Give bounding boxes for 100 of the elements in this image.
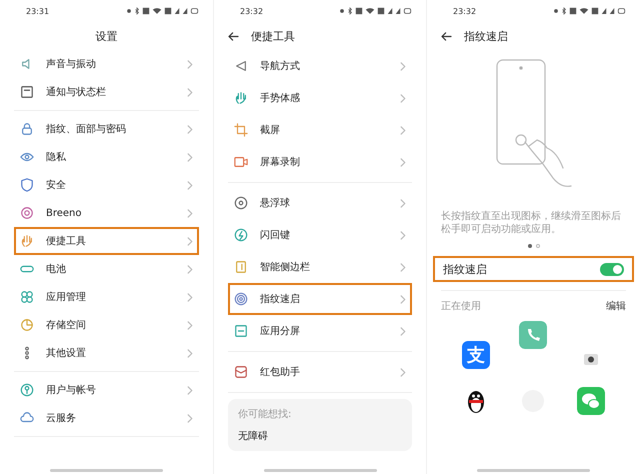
wifi-icon: [365, 7, 375, 15]
hand-icon: [234, 91, 248, 105]
settings-item[interactable]: 存储空间: [14, 311, 199, 339]
item-label: 便捷工具: [46, 234, 87, 248]
settings-item[interactable]: 电池: [14, 255, 199, 283]
eye-icon: [20, 150, 34, 164]
settings-item[interactable]: 应用分屏: [228, 315, 412, 347]
settings-item[interactable]: 隐私: [14, 143, 199, 171]
item-label: 智能侧边栏: [260, 260, 311, 274]
ring-icon: [20, 206, 34, 220]
item-label: 截屏: [260, 124, 281, 137]
bluetooth-icon: [347, 7, 353, 15]
chevron-icon: [400, 198, 406, 208]
settings-item[interactable]: 屏幕录制: [228, 146, 412, 178]
chat-app-icon: [577, 387, 606, 415]
settings-item[interactable]: 其他设置: [14, 339, 199, 367]
chevron-icon: [187, 152, 193, 162]
page-title: 指纹速启: [464, 28, 508, 44]
grid-icon: [20, 290, 34, 304]
bluetooth-icon: [134, 7, 140, 15]
toggle-label: 指纹速启: [443, 262, 487, 276]
chevron-icon: [400, 294, 406, 304]
settings-item[interactable]: 截屏: [228, 114, 412, 146]
page-dot[interactable]: [536, 244, 540, 248]
app-icon[interactable]: 支: [462, 341, 490, 369]
bluetooth-icon: [561, 7, 567, 15]
chevron-icon: [187, 88, 193, 96]
chevron-icon: [400, 94, 406, 102]
page-dot[interactable]: [528, 244, 532, 248]
chevron-icon: [400, 230, 406, 240]
item-label: 电池: [46, 262, 67, 276]
chevron-icon: [187, 320, 193, 330]
item-label: 红包助手: [260, 366, 301, 379]
settings-item[interactable]: 云服务: [14, 404, 199, 432]
status-time: 23:31: [26, 6, 50, 16]
chevron-icon: [400, 126, 406, 134]
item-label: 悬浮球: [260, 196, 291, 210]
settings-item[interactable]: Breeno: [14, 199, 199, 227]
settings-item[interactable]: 导航方式: [228, 50, 412, 82]
edit-link[interactable]: 编辑: [606, 299, 626, 313]
chevron-icon: [400, 368, 406, 376]
hand-icon: [20, 234, 34, 248]
settings-item[interactable]: 悬浮球: [228, 187, 412, 219]
battery-icon: [617, 7, 626, 15]
chevron-icon: [187, 348, 193, 358]
settings-item[interactable]: 声音与振动: [14, 50, 199, 78]
settings-item[interactable]: 智能侧边栏: [228, 251, 412, 283]
page-title: 便捷工具: [251, 28, 295, 44]
triangle-icon: [234, 59, 248, 73]
cloud-icon: [20, 411, 34, 425]
circle-dot-icon: [234, 196, 248, 210]
section-label: 正在使用: [441, 300, 481, 313]
item-label: 声音与振动: [46, 58, 97, 71]
video-icon: [234, 155, 248, 169]
settings-item[interactable]: 指纹、面部与密码: [14, 115, 199, 143]
battery-icon: [190, 7, 199, 15]
item-label: Breeno: [46, 208, 83, 218]
settings-item[interactable]: 手势体感: [228, 82, 412, 114]
settings-item[interactable]: 红包助手: [228, 356, 412, 388]
pie-chart-icon: [20, 318, 34, 332]
chevron-icon: [400, 158, 406, 166]
item-label: 应用管理: [46, 290, 87, 304]
suggestion-heading: 你可能想找:: [238, 408, 292, 421]
item-label: 存储空间: [46, 318, 87, 332]
chevron-icon: [400, 262, 406, 272]
item-label: 安全: [46, 178, 67, 192]
toggle-switch[interactable]: [600, 262, 624, 276]
item-label: 手势体感: [260, 92, 301, 105]
item-label: 云服务: [46, 412, 77, 425]
lock-icon: [20, 122, 34, 136]
envelope-icon: [234, 365, 248, 379]
chevron-icon: [187, 180, 193, 190]
split-screen-icon: [234, 324, 248, 338]
settings-item[interactable]: 安全: [14, 171, 199, 199]
item-label: 应用分屏: [260, 324, 301, 338]
chevron-icon: [400, 62, 406, 70]
description-text: 长按指纹直至出现图标，继续滑至图标后松手即可启动功能或应用。: [441, 210, 622, 236]
item-label: 指纹、面部与密码: [46, 122, 127, 136]
suggestion-link[interactable]: 无障碍: [238, 429, 402, 443]
settings-item[interactable]: 应用管理: [14, 283, 199, 311]
chevron-icon: [187, 124, 193, 134]
item-label: 用户与帐号: [46, 384, 97, 397]
page-title: 设置: [96, 28, 118, 44]
chevron-icon: [187, 264, 193, 274]
wifi-icon: [579, 7, 589, 15]
settings-item[interactable]: 指纹速启: [228, 283, 412, 315]
item-label: 通知与状态栏: [46, 86, 107, 99]
settings-item[interactable]: 便捷工具: [14, 227, 199, 255]
chevron-icon: [187, 60, 193, 68]
notification-panel-icon: [20, 85, 34, 99]
chevron-icon: [187, 414, 193, 422]
settings-item[interactable]: 通知与状态栏: [14, 78, 199, 106]
chevron-icon: [187, 208, 193, 218]
item-label: 屏幕录制: [260, 156, 301, 169]
status-time: 23:32: [453, 6, 476, 16]
settings-item[interactable]: 用户与帐号: [14, 376, 199, 404]
item-label: 隐私: [46, 151, 67, 164]
bolt-icon: [234, 228, 248, 242]
settings-item[interactable]: 闪回键: [228, 219, 412, 251]
item-label: 指纹速启: [260, 292, 301, 306]
